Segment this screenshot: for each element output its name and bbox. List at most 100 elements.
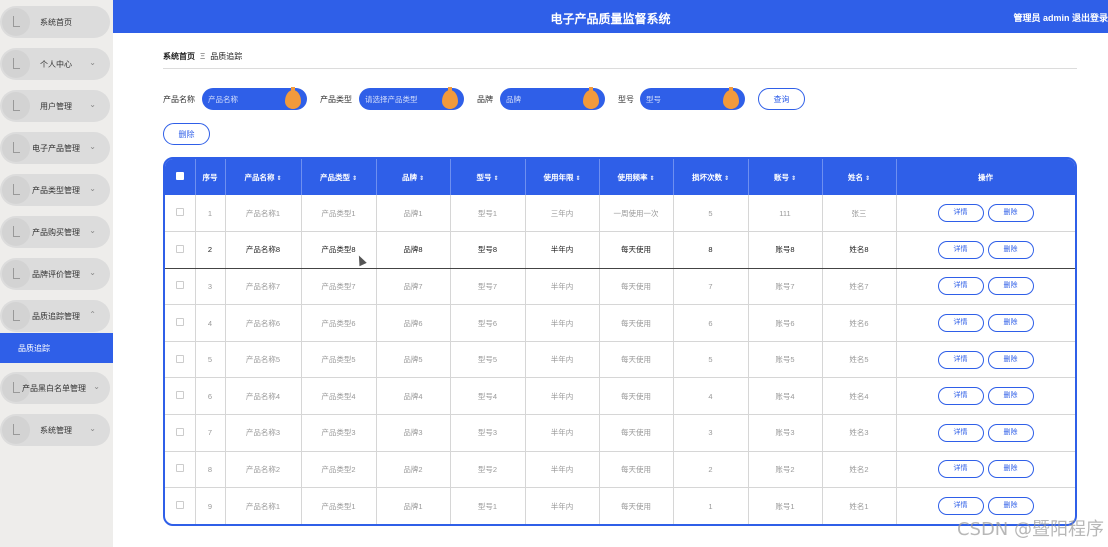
delete-button[interactable]: 删除 <box>987 350 1034 369</box>
column-header[interactable]: 产品类型 ⇕ <box>301 159 377 195</box>
row-checkbox[interactable] <box>175 354 184 363</box>
chevron-down-icon: ⌄ <box>89 424 96 433</box>
sidebar-item-brand-review[interactable]: 品牌评价管理 ⌄ <box>0 258 110 290</box>
detail-button[interactable]: 详情 <box>937 350 984 369</box>
row-checkbox-cell[interactable] <box>165 304 196 342</box>
sidebar-item-system[interactable]: 系统管理 ⌄ <box>0 414 110 446</box>
sidebar-item-personal-center[interactable]: 个人中心 ⌄ <box>0 48 110 80</box>
detail-button[interactable]: 详情 <box>937 497 984 516</box>
column-header[interactable]: 品牌 ⇕ <box>376 159 451 195</box>
row-checkbox-cell[interactable] <box>165 414 196 452</box>
row-checkbox[interactable] <box>175 281 184 290</box>
table-cell-years: 半年内 <box>525 341 600 379</box>
detail-button[interactable]: 详情 <box>937 314 984 333</box>
table-row[interactable]: 6 产品名称4 产品类型4 品牌4 型号4 半年内 每天使用 4 账号4 姓名4 详情 删除 <box>165 377 1075 416</box>
product-name-input[interactable] <box>208 93 282 105</box>
sort-icon[interactable]: ⇕ <box>724 176 729 182</box>
row-checkbox[interactable] <box>175 318 184 327</box>
column-header[interactable]: 型号 ⇕ <box>450 159 526 195</box>
column-header[interactable]: 使用频率 ⇕ <box>599 159 674 195</box>
detail-button[interactable]: 详情 <box>937 240 984 259</box>
column-header[interactable]: 姓名 ⇕ <box>822 159 897 195</box>
table-row[interactable]: 5 产品名称5 产品类型5 品牌5 型号5 半年内 每天使用 5 账号5 姓名5 详情 删除 <box>165 341 1075 379</box>
detail-button[interactable]: 详情 <box>937 387 984 406</box>
row-checkbox[interactable] <box>175 208 184 217</box>
table-header-row: 序号 产品名称 ⇕ 产品类型 ⇕ 品牌 ⇕ 型号 ⇕ 使用年限 ⇕ 使用频率 ⇕ 损坏次数 ⇕ 账号 ⇕ 姓名 ⇕ 操… <box>165 159 1075 195</box>
detail-button[interactable]: 详情 <box>937 204 984 223</box>
detail-button[interactable]: 详情 <box>937 460 984 479</box>
table-cell-no: 9 <box>195 487 226 524</box>
table-row[interactable]: 7 产品名称3 产品类型3 品牌3 型号3 半年内 每天使用 3 账号3 姓名3 详情 删除 <box>165 414 1075 452</box>
column-header[interactable]: 损坏次数 ⇕ <box>673 159 749 195</box>
sidebar-item-product-type[interactable]: 产品类型管理 ⌄ <box>0 174 110 206</box>
sort-icon[interactable]: ⇕ <box>276 176 281 182</box>
delete-button[interactable]: 删除 <box>987 460 1034 479</box>
brand-input[interactable] <box>506 93 580 105</box>
table-row[interactable]: 8 产品名称2 产品类型2 品牌2 型号2 半年内 每天使用 2 账号2 姓名2 详情 删除 <box>165 451 1075 489</box>
detail-button[interactable]: 详情 <box>937 423 984 442</box>
delete-button[interactable]: 删除 <box>987 387 1034 406</box>
sort-icon[interactable]: ⇕ <box>865 176 870 182</box>
batch-delete-button[interactable]: 删除 <box>163 123 210 145</box>
chevron-up-icon: ⌃ <box>89 310 96 319</box>
delete-button[interactable]: 删除 <box>987 240 1034 259</box>
select-all-checkbox[interactable] <box>165 159 196 195</box>
table-row[interactable]: 1 产品名称1 产品类型1 品牌1 型号1 三年内 一周使用一次 5 111 张三 详情 删除 <box>165 195 1075 233</box>
model-input[interactable] <box>646 93 720 105</box>
delete-button[interactable]: 删除 <box>987 497 1034 516</box>
breadcrumb-home[interactable]: 系统首页 <box>163 52 195 61</box>
row-checkbox-cell[interactable] <box>165 451 196 489</box>
sort-icon[interactable]: ⇕ <box>649 176 654 182</box>
row-checkbox[interactable] <box>175 501 184 510</box>
sidebar: 系统首页 个人中心 ⌄ 用户管理 ⌄ 电子产品管理 ⌄ 产品类型管理 ⌄ 产品购… <box>0 0 113 547</box>
table-row[interactable]: 2 产品名称8 产品类型8 品牌8 型号8 半年内 每天使用 8 账号8 姓名8 详情 删除 <box>165 231 1075 269</box>
product-type-input[interactable] <box>365 93 439 105</box>
delete-button[interactable]: 删除 <box>987 204 1034 223</box>
sidebar-item-blacklist[interactable]: 产品黑白名单管理 ⌄ <box>0 372 110 404</box>
row-checkbox[interactable] <box>175 391 184 400</box>
sidebar-item-product-management[interactable]: 电子产品管理 ⌄ <box>0 132 110 164</box>
column-header[interactable]: 账号 ⇕ <box>748 159 823 195</box>
table-cell-type: 产品类型2 <box>301 451 377 489</box>
product-type-select[interactable] <box>359 87 464 110</box>
row-checkbox-cell[interactable] <box>165 268 196 306</box>
column-header[interactable]: 使用年限 ⇕ <box>525 159 600 195</box>
product-name-field[interactable] <box>202 87 307 110</box>
sidebar-item-home[interactable]: 系统首页 <box>0 6 110 38</box>
sidebar-item-label: 个人中心 <box>40 60 72 69</box>
table-cell-name: 产品名称7 <box>225 268 302 306</box>
row-checkbox[interactable] <box>175 244 184 253</box>
user-logout-link[interactable]: 管理员 admin 退出登录 <box>1013 11 1108 24</box>
brand-field[interactable] <box>500 87 605 110</box>
sort-icon[interactable]: ⇕ <box>352 176 357 182</box>
sidebar-item-user-management[interactable]: 用户管理 ⌄ <box>0 90 110 122</box>
sort-icon[interactable]: ⇕ <box>575 176 580 182</box>
row-checkbox[interactable] <box>175 427 184 436</box>
model-field[interactable] <box>640 87 745 110</box>
sidebar-item-quality-tracking[interactable]: 品质追踪管理 ⌃ <box>0 300 110 332</box>
delete-button[interactable]: 删除 <box>987 314 1034 333</box>
table-row[interactable]: 9 产品名称1 产品类型1 品牌1 型号1 半年内 每天使用 1 账号1 姓名1 详情 删除 <box>165 487 1075 524</box>
row-checkbox[interactable] <box>175 464 184 473</box>
table-cell-person: 姓名1 <box>822 487 897 524</box>
delete-button[interactable]: 删除 <box>987 423 1034 442</box>
sort-icon[interactable]: ⇕ <box>791 176 796 182</box>
row-checkbox-cell[interactable] <box>165 377 196 416</box>
query-button[interactable]: 查询 <box>758 88 805 110</box>
column-header[interactable]: 产品名称 ⇕ <box>225 159 302 195</box>
table-row[interactable]: 4 产品名称6 产品类型6 品牌6 型号6 半年内 每天使用 6 账号6 姓名6 详情 删除 <box>165 304 1075 342</box>
sort-icon[interactable]: ⇕ <box>493 176 498 182</box>
sidebar-subitem-quality-tracking[interactable]: 品质追踪 <box>0 333 113 363</box>
sidebar-item-purchase[interactable]: 产品购买管理 ⌄ <box>0 216 110 248</box>
row-checkbox-cell[interactable] <box>165 487 196 524</box>
delete-button[interactable]: 删除 <box>987 277 1034 296</box>
row-checkbox-cell[interactable] <box>165 231 196 269</box>
table-cell-account: 111 <box>748 195 823 233</box>
row-checkbox-cell[interactable] <box>165 341 196 379</box>
table-cell-brand: 品牌8 <box>376 231 451 269</box>
sort-icon[interactable]: ⇕ <box>419 176 424 182</box>
row-checkbox-cell[interactable] <box>165 195 196 233</box>
table-row[interactable]: 3 产品名称7 产品类型7 品牌7 型号7 半年内 每天使用 7 账号7 姓名7 详情 删除 <box>165 268 1075 306</box>
detail-button[interactable]: 详情 <box>937 277 984 296</box>
menu-icon <box>2 92 30 120</box>
